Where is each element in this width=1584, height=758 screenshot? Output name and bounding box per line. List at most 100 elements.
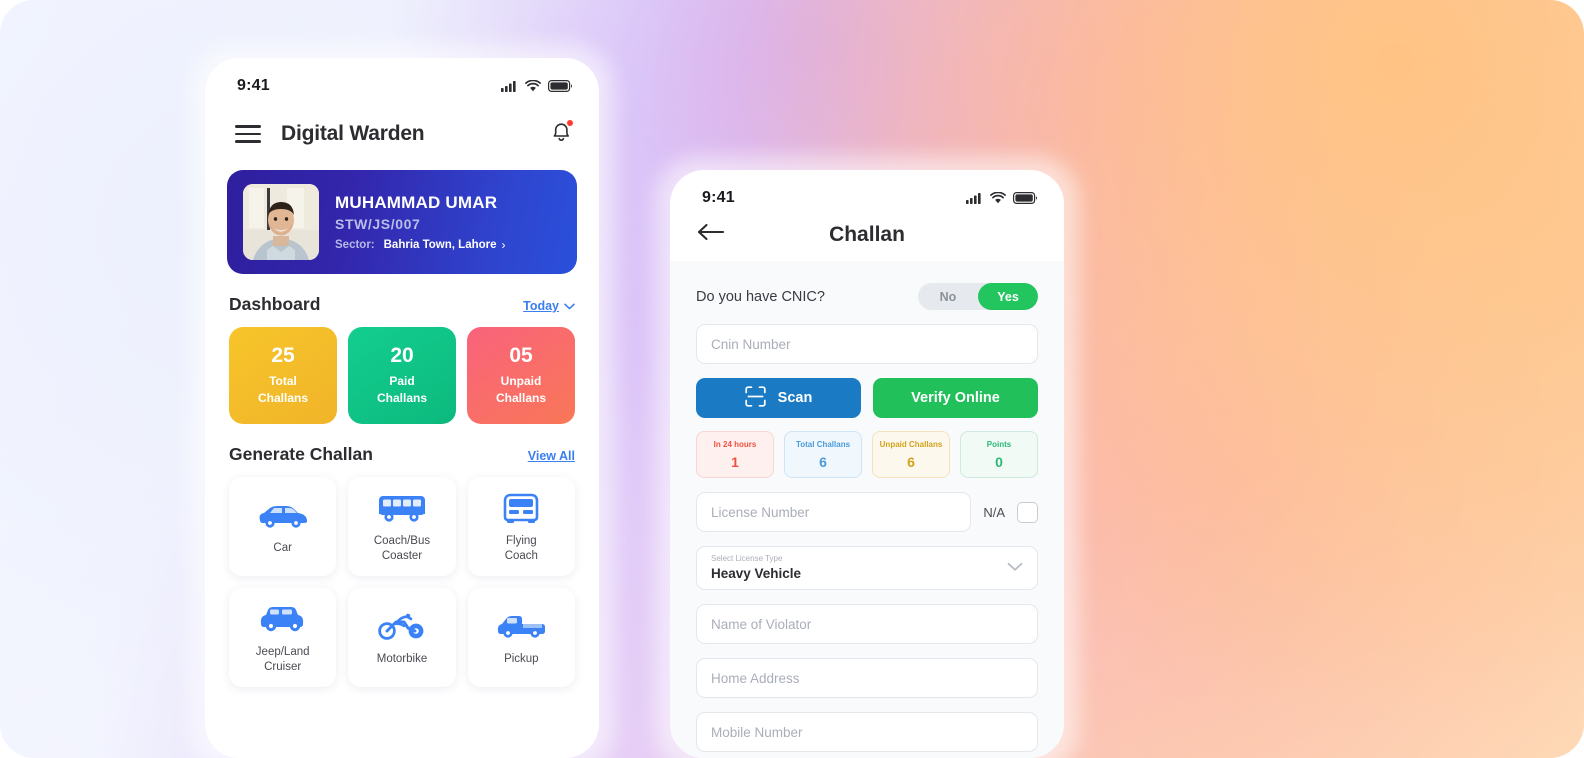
scan-icon xyxy=(745,385,766,411)
stat-value: 20 xyxy=(390,344,414,368)
vehicle-card[interactable]: Flying Coach xyxy=(467,477,575,576)
summary-chip: In 24 hours 1 xyxy=(696,431,774,478)
violator-name-input[interactable]: Name of Violator xyxy=(696,604,1038,644)
jeep-icon xyxy=(258,601,308,637)
license-number-input[interactable]: License Number xyxy=(696,492,972,532)
na-checkbox[interactable] xyxy=(1017,501,1038,523)
profile-sector[interactable]: Sector: Bahria Town, Lahore › xyxy=(335,238,506,252)
stat-card[interactable]: 25 Total Challans xyxy=(229,327,337,424)
profile-badge-id: STW/JS/007 xyxy=(335,215,421,232)
summary-chip: Unpaid Challans 6 xyxy=(872,431,950,478)
status-time: 9:41 xyxy=(237,77,270,94)
scan-button[interactable]: Scan xyxy=(696,378,861,418)
vehicle-card[interactable]: Car xyxy=(229,477,337,576)
vehicle-card[interactable]: Coach/Bus Coaster xyxy=(348,477,456,576)
back-button[interactable] xyxy=(696,222,726,247)
generate-challan-header: Generate Challan View All xyxy=(205,444,599,465)
bell-icon xyxy=(550,122,573,148)
cnic-question-row: Do you have CNIC? No Yes xyxy=(696,261,1038,310)
vehicle-label: Motorbike xyxy=(376,653,428,666)
stat-label: Paid Challans xyxy=(376,374,427,405)
nav-title: Challan xyxy=(829,222,905,246)
nav-header: Challan xyxy=(670,216,1064,261)
wifi-icon xyxy=(990,192,1006,204)
sector-label: Sector: xyxy=(335,238,375,251)
flying-coach-icon xyxy=(501,490,541,526)
dashboard-title: Dashboard xyxy=(229,294,321,314)
vehicle-label: Coach/Bus Coaster xyxy=(373,534,431,562)
dashboard-filter-label: Today xyxy=(523,299,559,313)
battery-icon xyxy=(548,80,573,92)
chip-label: In 24 hours xyxy=(713,439,757,449)
right-phone-mockup: 9:41 Challan Do you have CNIC? No Yes Cn… xyxy=(670,170,1064,758)
vehicle-label: Jeep/Land Cruiser xyxy=(255,645,310,673)
right-status-bar: 9:41 xyxy=(670,170,1064,216)
notification-dot xyxy=(567,119,573,126)
home-address-input[interactable]: Home Address xyxy=(696,658,1038,698)
vehicle-type-grid: Car Coach/Bus Coaster Flying Coach Jeep/Land C… xyxy=(205,477,599,687)
hamburger-icon[interactable] xyxy=(235,125,261,143)
action-buttons: Scan Verify Online xyxy=(696,378,1038,418)
status-time: 9:41 xyxy=(702,189,735,206)
profile-name: MUHAMMAD UMAR xyxy=(335,192,498,212)
license-type-texts: Select License Type Heavy Vehicle xyxy=(711,555,1007,581)
vehicle-card[interactable]: Motorbike xyxy=(348,588,456,687)
cnic-question-label: Do you have CNIC? xyxy=(696,288,825,305)
vehicle-label: Flying Coach xyxy=(504,534,538,562)
scan-button-label: Scan xyxy=(777,390,813,406)
cnic-toggle[interactable]: No Yes xyxy=(918,283,1038,310)
chevron-down-icon xyxy=(564,299,575,313)
mobile-number-input[interactable]: Mobile Number xyxy=(696,712,1038,752)
stat-label: Total Challans xyxy=(257,374,308,405)
stat-label: Unpaid Challans xyxy=(495,374,546,405)
chip-label: Points xyxy=(986,439,1012,449)
chip-value: 6 xyxy=(907,453,915,470)
summary-chip: Points 0 xyxy=(960,431,1038,478)
pickup-icon xyxy=(495,608,547,644)
vehicle-label: Car xyxy=(273,542,292,555)
dashboard-filter[interactable]: Today xyxy=(523,299,575,313)
profile-card[interactable]: MUHAMMAD UMAR STW/JS/007 Sector: Bahria … xyxy=(227,170,577,274)
coach-bus-icon xyxy=(377,490,427,526)
avatar xyxy=(243,184,319,260)
dashboard-header: Dashboard Today xyxy=(205,294,599,315)
stat-value: 05 xyxy=(509,344,533,368)
license-type-value: Heavy Vehicle xyxy=(711,566,802,582)
license-number-row: License Number N/A xyxy=(696,492,1038,532)
dashboard-stats: 25 Total Challans 20 Paid Challans 05 Unpaid Cha… xyxy=(205,327,599,424)
notification-button[interactable] xyxy=(550,119,573,149)
left-phone-mockup: 9:41 Digital Warden MUHAMMAD UMAR STW/JS… xyxy=(205,58,599,758)
verify-button-label: Verify Online xyxy=(911,390,1000,406)
wifi-icon xyxy=(525,80,541,92)
view-all-link[interactable]: View All xyxy=(528,449,575,463)
cnic-toggle-no[interactable]: No xyxy=(918,283,978,310)
cnic-toggle-yes[interactable]: Yes xyxy=(978,283,1038,310)
arrow-left-icon xyxy=(696,222,726,247)
app-header: Digital Warden xyxy=(205,104,599,156)
battery-icon xyxy=(1013,192,1038,204)
cnic-number-input[interactable]: Cnin Number xyxy=(696,324,1038,364)
sector-value: Bahria Town, Lahore xyxy=(383,238,497,251)
challan-form: Do you have CNIC? No Yes Cnin Number Sca… xyxy=(670,261,1064,758)
chevron-right-icon: › xyxy=(501,237,506,252)
vehicle-card[interactable]: Pickup xyxy=(467,588,575,687)
vehicle-label: Pickup xyxy=(504,653,539,666)
vehicle-card[interactable]: Jeep/Land Cruiser xyxy=(229,588,337,687)
motorbike-icon xyxy=(378,608,426,644)
license-type-select[interactable]: Select License Type Heavy Vehicle xyxy=(696,546,1038,590)
stat-card[interactable]: 20 Paid Challans xyxy=(348,327,456,424)
status-icons xyxy=(966,192,1038,204)
signal-icon xyxy=(966,192,983,204)
stat-card[interactable]: 05 Unpaid Challans xyxy=(467,327,575,424)
signal-icon xyxy=(501,80,518,92)
chip-value: 6 xyxy=(819,453,827,470)
page-title: Digital Warden xyxy=(281,122,425,145)
chip-label: Total Challans xyxy=(795,439,851,449)
profile-info: MUHAMMAD UMAR STW/JS/007 Sector: Bahria … xyxy=(335,193,506,252)
chevron-down-icon xyxy=(1007,559,1023,577)
backdrop: 9:41 Digital Warden MUHAMMAD UMAR STW/JS… xyxy=(0,0,1584,758)
chip-value: 1 xyxy=(731,453,739,470)
verify-online-button[interactable]: Verify Online xyxy=(873,378,1038,418)
summary-chip: Total Challans 6 xyxy=(784,431,862,478)
car-icon xyxy=(256,497,310,533)
